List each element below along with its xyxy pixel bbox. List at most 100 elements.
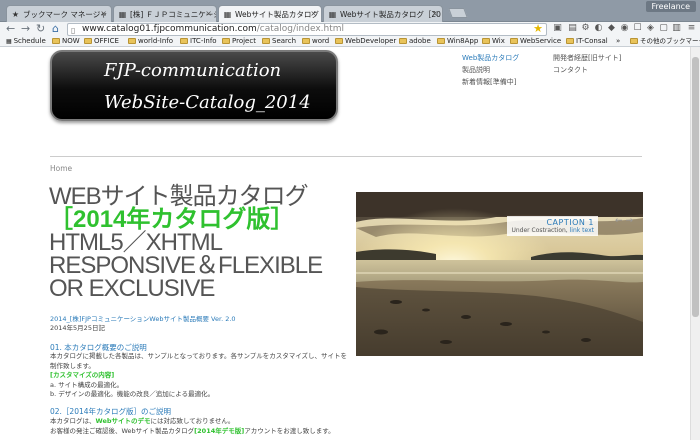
nav-link-products[interactable]: 製品説明 xyxy=(462,64,519,76)
bookmark-folder[interactable]: Win8App xyxy=(437,36,478,47)
title-line: RESPONSIVE＆FLEXIBLE xyxy=(49,252,323,279)
page-icon: ▦ xyxy=(223,10,232,19)
extension-icon[interactable]: ◆ xyxy=(606,23,617,34)
url-path: /catalog/index.html xyxy=(256,24,345,34)
bookmark-star-icon[interactable]: ★ xyxy=(533,23,543,34)
title-line: OR EXCLUSIVE xyxy=(49,275,215,302)
address-bar[interactable]: ▯ www.catalog01.fjpcommunication.com/cat… xyxy=(67,23,547,36)
extension-icon[interactable]: ☐ xyxy=(632,23,643,34)
close-icon[interactable]: × xyxy=(310,9,317,18)
nav-link-contact[interactable]: コンタクト xyxy=(553,64,621,76)
browser-window: ★ ブックマーク マネージャ × ▦ [株] ＦＪＰコミュニケーション × ▦ … xyxy=(0,0,700,440)
tab-label: ブックマーク マネージャ xyxy=(23,10,108,19)
logo-line-2: WebSite-Catalog_2014 xyxy=(104,92,311,113)
title-line: WEBサイト製品カタログ xyxy=(49,183,309,210)
profile-badge[interactable]: Freelance xyxy=(645,1,696,12)
folder-icon xyxy=(262,38,270,44)
extension-icon[interactable]: ▢ xyxy=(658,23,669,34)
extension-icon[interactable]: ▤ xyxy=(567,23,578,34)
page-icon: ▦ xyxy=(118,10,127,19)
vertical-scrollbar[interactable] xyxy=(690,47,700,440)
folder-icon xyxy=(630,38,638,44)
section-2-title: 02.［2014年カタログ版］のご説明 xyxy=(50,407,172,416)
nav-link-developer[interactable]: 開発者経歴[旧サイト] xyxy=(553,52,621,64)
tab-label: [株] ＦＪＰコミュニケーション xyxy=(130,10,216,19)
breadcrumb[interactable]: Home xyxy=(50,164,72,173)
title-line-highlight: ［2014年カタログ版］ xyxy=(49,206,295,233)
page-title: WEBサイト製品カタログ ［2014年カタログ版］ HTML5／XHTML RE… xyxy=(49,183,323,302)
body-line: 本カタログは、Webサイトのデモには対応致しておりません。 xyxy=(50,417,235,425)
close-icon[interactable]: × xyxy=(431,9,438,18)
tab-label: Webサイト製品カタログ［20 xyxy=(235,10,321,19)
site-logo[interactable]: FJP-communication WebSite-Catalog_2014 xyxy=(50,50,338,121)
gear-icon[interactable]: ⚙ xyxy=(580,23,591,34)
body-line: 本カタログに掲載した各製品は、サンプルとなっております。各サンプルをカスタマイズ… xyxy=(50,352,348,360)
bookmarks-bar: ▦ Schedule NOW OFFICE world-Info ITC-Inf… xyxy=(0,36,700,47)
hero-slider[interactable]: CAPTION 1 Under Costraction, link text ←… xyxy=(356,192,643,356)
bookmark-folder[interactable]: OFFICE xyxy=(84,36,119,47)
meta-date: 2014年5月25日記 xyxy=(50,324,105,332)
tab-catalog-active[interactable]: ▦ Webサイト製品カタログ［20 × xyxy=(218,5,322,22)
url-host: www.catalog01.fjpcommunication.com xyxy=(82,24,257,34)
bookmark-folder[interactable]: Search xyxy=(262,36,296,47)
bookmarks-overflow-chevron[interactable]: » xyxy=(616,36,620,47)
folder-icon xyxy=(180,38,188,44)
bookmark-folder[interactable]: world-Info xyxy=(128,36,173,47)
folder-icon xyxy=(335,38,343,44)
bookmark-folder[interactable]: word xyxy=(302,36,329,47)
meta-version: Ver. 2.0 xyxy=(211,315,236,323)
bookmark-item[interactable]: ▦ Schedule xyxy=(6,36,46,47)
close-icon[interactable]: × xyxy=(100,9,107,18)
menu-icon[interactable]: ≡ xyxy=(686,23,697,34)
extension-icon[interactable]: ◈ xyxy=(645,23,656,34)
bookmark-folder[interactable]: WebService xyxy=(510,36,561,47)
logo-line-1: FJP-communication xyxy=(104,60,282,81)
folder-icon xyxy=(399,38,407,44)
page-content: FJP-communication WebSite-Catalog_2014 W… xyxy=(0,47,690,440)
folder-icon xyxy=(302,38,310,44)
extension-icon[interactable]: ◐ xyxy=(593,23,604,34)
scrollbar-thumb[interactable] xyxy=(692,57,699,317)
body-line: b. デザインの最適化。機能の改良／追加による最適化。 xyxy=(50,390,215,398)
folder-icon xyxy=(52,38,60,44)
bookmark-folder[interactable]: IT-Consal xyxy=(566,36,608,47)
folder-icon xyxy=(128,38,136,44)
bookmark-folder[interactable]: ITC-Info xyxy=(180,36,217,47)
extension-icon[interactable]: ◉ xyxy=(619,23,630,34)
divider xyxy=(50,156,642,157)
bookmark-folder[interactable]: Wix xyxy=(482,36,505,47)
folder-icon xyxy=(566,38,574,44)
page-icon: ▦ xyxy=(6,38,14,45)
next-arrow-icon[interactable]: → xyxy=(625,216,633,226)
tab-fjp-communication[interactable]: ▦ [株] ＦＪＰコミュニケーション × xyxy=(113,5,217,22)
new-tab-button[interactable] xyxy=(448,8,468,18)
home-icon[interactable]: ⌂ xyxy=(52,22,59,36)
bookmark-folder[interactable]: WebDeveloper xyxy=(335,36,396,47)
back-icon[interactable]: ← xyxy=(6,22,15,36)
bookmark-folder[interactable]: Project xyxy=(222,36,256,47)
bookmark-folder[interactable]: NOW xyxy=(52,36,80,47)
top-nav-column-1: Web製品カタログ 製品説明 新着情報[準備中] xyxy=(462,52,519,88)
reload-icon[interactable]: ↻ xyxy=(36,22,45,36)
section-1-body: 本カタログに掲載した各製品は、サンプルとなっております。各サンプルをカスタマイズ… xyxy=(50,352,347,400)
body-line: a. サイト構成の最適化。 xyxy=(50,380,124,389)
slide-caption: CAPTION 1 Under Costraction, link text xyxy=(507,216,598,236)
page-info-icon[interactable]: ▯ xyxy=(71,25,75,36)
caption-text: Under Costraction, link text xyxy=(511,227,594,234)
prev-arrow-icon[interactable]: ← xyxy=(615,216,623,226)
nav-link-news[interactable]: 新着情報[準備中] xyxy=(462,76,519,88)
close-icon[interactable]: × xyxy=(205,9,212,18)
folder-icon xyxy=(222,38,230,44)
bookmark-folder[interactable]: その他のブックマーク xyxy=(630,36,700,47)
tab-catalog-2[interactable]: ▦ Webサイト製品カタログ［20 × xyxy=(323,5,443,22)
nav-link-catalog[interactable]: Web製品カタログ xyxy=(462,52,519,64)
forward-icon[interactable]: → xyxy=(21,22,30,36)
document-meta: 2014_[株]FJPコミュニケーションWebサイト製品概要 Ver. 2.0 … xyxy=(50,315,236,333)
slider-arrows: ← → xyxy=(615,216,633,226)
extension-icon[interactable]: ▥ xyxy=(671,23,682,34)
star-icon: ★ xyxy=(11,10,20,19)
tab-bookmark-manager[interactable]: ★ ブックマーク マネージャ × xyxy=(6,5,112,22)
bookmark-folder[interactable]: adobe xyxy=(399,36,431,47)
extension-icon[interactable]: ▣ xyxy=(552,23,563,34)
caption-link[interactable]: link text xyxy=(570,227,594,234)
